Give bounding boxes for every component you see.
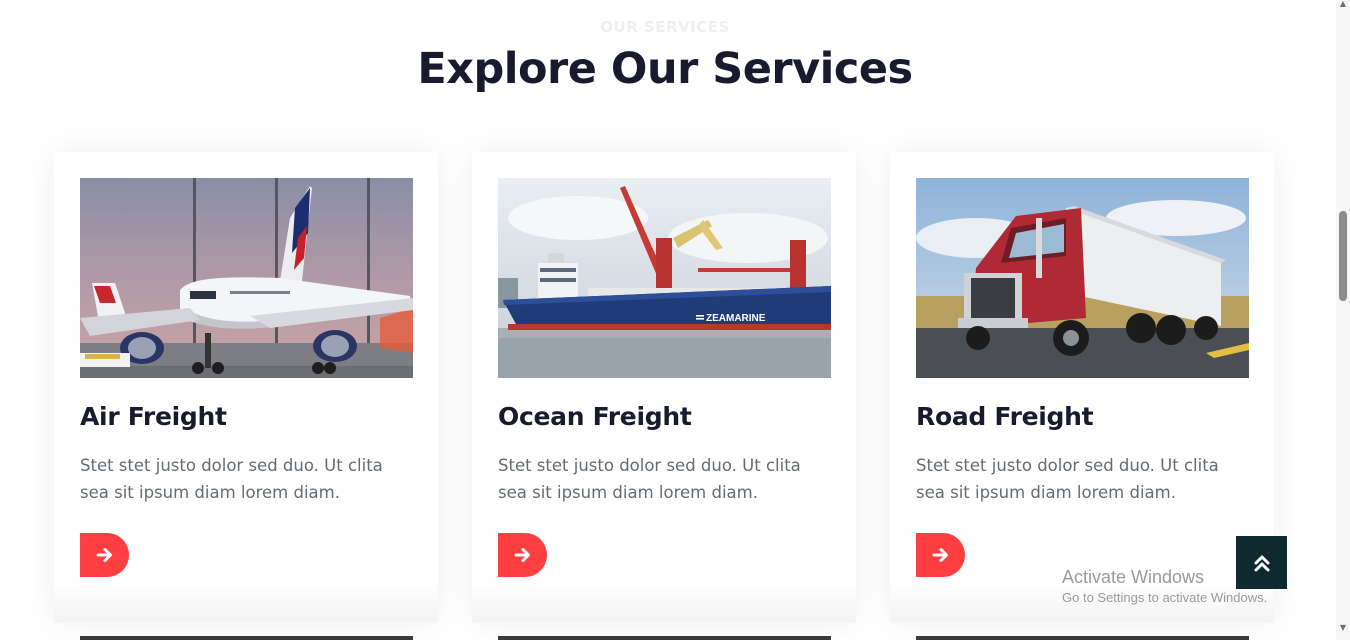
scroll-up-arrow-icon[interactable]: ▲ <box>1339 0 1347 8</box>
card-bottom-fade <box>54 582 438 622</box>
arrow-right-icon <box>514 548 530 562</box>
road-freight-read-more-button[interactable] <box>916 533 965 577</box>
service-card-road-freight: Road Freight Stet stet justo dolor sed d… <box>890 152 1274 622</box>
service-description: Stet stet justo dolor sed duo. Ut clita … <box>498 456 801 502</box>
service-card-air-freight: Air Freight Stet stet justo dolor sed du… <box>54 152 438 622</box>
service-title: Air Freight <box>80 402 227 431</box>
card-bottom-fade <box>472 582 856 622</box>
scroll-down-arrow-icon[interactable]: ▼ <box>1339 624 1347 632</box>
service-title: Ocean Freight <box>498 402 692 431</box>
service-card-ocean-freight: ZEAMARINE Ocean Freight Stet stet justo … <box>472 152 856 622</box>
airplane-photo <box>80 178 413 378</box>
air-freight-read-more-button[interactable] <box>80 533 129 577</box>
next-row-image-edge <box>80 636 413 640</box>
cargo-ship-photo: ZEAMARINE <box>498 178 831 378</box>
section-title: Explore Our Services <box>417 44 913 94</box>
vertical-scrollbar[interactable]: ▲ ▼ <box>1336 0 1350 640</box>
next-row-image-edge <box>498 636 831 640</box>
arrow-right-icon <box>932 548 948 562</box>
service-description: Stet stet justo dolor sed duo. Ut clita … <box>916 456 1219 502</box>
watermark-title: Activate Windows <box>1062 567 1205 587</box>
windows-activation-watermark: Activate Windows Go to Settings to activ… <box>1062 566 1267 607</box>
svg-text:ZEAMARINE: ZEAMARINE <box>706 313 766 324</box>
section-eyebrow: OUR SERVICES <box>600 18 730 36</box>
services-page: OUR SERVICES Explore Our Services Air Fr… <box>0 0 1336 640</box>
truck-photo <box>916 178 1249 378</box>
arrow-right-icon <box>96 548 112 562</box>
scrollbar-thumb[interactable] <box>1339 211 1347 301</box>
next-row-image-edge <box>916 636 1249 640</box>
service-title: Road Freight <box>916 402 1094 431</box>
service-description: Stet stet justo dolor sed duo. Ut clita … <box>80 456 383 502</box>
watermark-subtitle: Go to Settings to activate Windows. <box>1062 590 1268 605</box>
ocean-freight-read-more-button[interactable] <box>498 533 547 577</box>
